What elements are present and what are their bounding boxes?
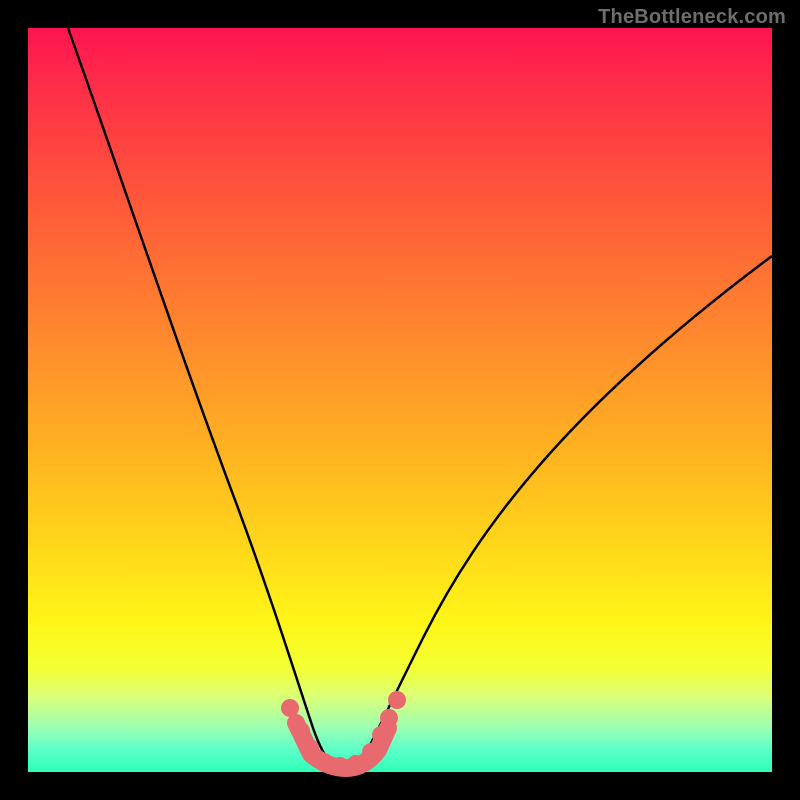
plot-area: [28, 28, 772, 772]
watermark-text: TheBottleneck.com: [598, 6, 786, 29]
chart-svg: [28, 28, 772, 772]
marker-dot: [331, 757, 349, 775]
marker-dot: [301, 739, 319, 757]
right-curve: [358, 256, 772, 766]
marker-dot: [372, 726, 390, 744]
marker-dot: [281, 699, 299, 717]
left-curve: [68, 28, 333, 766]
marker-dot: [347, 755, 365, 773]
marker-dot: [315, 753, 333, 771]
marker-dot: [362, 743, 380, 761]
marker-dot: [388, 691, 406, 709]
marker-dot: [380, 709, 398, 727]
marker-dot: [292, 722, 310, 740]
